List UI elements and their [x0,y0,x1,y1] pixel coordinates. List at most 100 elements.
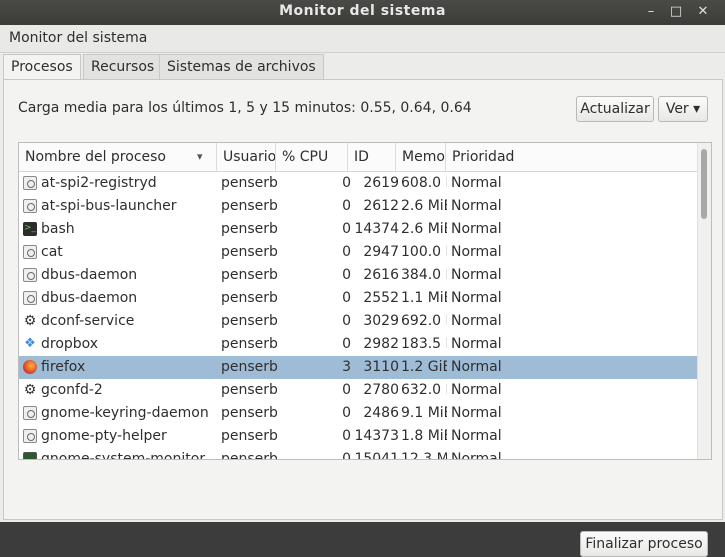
refresh-button[interactable]: Actualizar [576,96,654,122]
table-row[interactable]: gnome-pty-helper penserbjorne 0143731.8 Mi… [19,425,697,448]
tab-resources[interactable]: Recursos [83,54,163,79]
process-name: gconfd-2 [41,382,103,398]
process-memory: 2.6 MiB [401,198,447,214]
process-id: 2612 [363,198,399,214]
process-memory: 183.5 MiB [401,336,447,352]
process-user: penserbjorne [221,359,277,375]
process-cpu: 0 [342,382,351,398]
process-memory: 692.0 KiB [401,313,447,329]
process-user: penserbjorne [221,313,277,329]
column-header-name[interactable]: Nombre del proceso ▾ [19,143,217,171]
end-process-button[interactable]: Finalizar proceso [580,531,708,557]
tab-file-systems[interactable]: Sistemas de archivos [159,54,324,79]
process-id: 2552 [363,290,399,306]
gear-box-icon [23,268,37,282]
view-menu-button[interactable]: Ver ▾ [658,96,708,122]
process-name: dbus-daemon [41,290,138,306]
process-memory: 1.2 GiB [401,359,447,375]
process-cpu: 3 [342,359,351,375]
table-row[interactable]: gnome-system-monitor penserbjorne 01504112… [19,448,697,459]
process-id: 14373 [354,428,399,444]
table-row[interactable]: at-spi2-registryd penserbjorne 0 2619608.0 … [19,172,697,195]
table-row[interactable]: dbus-daemon penserbjorne 0 2616384.0 KiBNor… [19,264,697,287]
column-header-user[interactable]: Usuario [217,143,276,171]
process-user: penserbjorne [221,267,277,283]
system-monitor-icon [23,452,37,459]
table-row[interactable]: ❖ dropbox penserbjorne 0 2982183.5 MiBNormal [19,333,697,356]
process-priority: Normal [451,428,502,444]
gear-box-icon [23,406,37,420]
column-header-memory[interactable]: Memoria [396,143,446,171]
table-row[interactable]: at-spi-bus-launcher penserbjorne 0 26122.6 … [19,195,697,218]
process-memory: 632.0 KiB [401,382,447,398]
gear-box-icon [23,291,37,305]
gear-box-icon [23,199,37,213]
system-monitor-window: Monitor del sistema – □ ✕ Monitor del si… [0,0,725,557]
minimize-button[interactable]: – [641,2,661,22]
process-priority: Normal [451,244,502,260]
process-id: 2947 [363,244,399,260]
cog-icon: ⚙ [23,382,37,398]
process-priority: Normal [451,198,502,214]
process-user: penserbjorne [221,336,277,352]
process-memory: 608.0 KiB [401,175,447,191]
process-memory: 9.1 MiB [401,405,447,421]
process-user: penserbjorne [221,244,277,260]
process-name: bash [41,221,75,237]
table-row[interactable]: gnome-keyring-daemon penserbjorne 0 24869.1… [19,402,697,425]
process-name: firefox [41,359,86,375]
table-row[interactable]: ⚙gconfd-2 penserbjorne 0 2780632.0 KiBNorma… [19,379,697,402]
tab-processes[interactable]: Procesos [3,54,81,80]
firefox-icon [23,360,37,374]
process-priority: Normal [451,382,502,398]
column-label-name: Nombre del proceso [25,149,166,165]
scrollbar-thumb[interactable] [701,149,707,219]
process-id: 2616 [363,267,399,283]
table-row[interactable]: cat penserbjorne 0 2947100.0 KiBNormal [19,241,697,264]
process-cpu: 0 [342,175,351,191]
close-button[interactable]: ✕ [693,2,713,22]
process-name: dbus-daemon [41,267,138,283]
table-row[interactable]: bash penserbjorne 0143742.6 MiBNormal [19,217,697,241]
table-row[interactable]: dbus-daemon penserbjorne 0 25521.1 MiBNorma… [19,287,697,310]
process-cpu: 0 [342,198,351,214]
process-user: penserbjorne [221,428,277,444]
maximize-button[interactable]: □ [666,2,686,22]
process-priority: Normal [451,267,502,283]
process-user: penserbjorne [221,382,277,398]
process-table[interactable]: Nombre del proceso ▾ Usuario % CPU ID Me… [18,142,712,460]
process-cpu: 0 [342,267,351,283]
vertical-scrollbar[interactable] [697,143,711,459]
process-memory: 12.3 MiB [401,451,447,459]
gear-box-icon [23,429,37,443]
process-id: 3029 [363,313,399,329]
process-memory: 2.6 MiB [401,221,447,237]
process-user: penserbjorne [221,405,277,421]
process-cpu: 0 [342,290,351,306]
process-id: 14374 [354,221,399,237]
process-name: at-spi2-registryd [41,175,157,191]
cog-icon: ⚙ [23,313,37,329]
table-row[interactable]: firefox penserbjorne 3 31101.2 GiBNormal [19,356,697,379]
main-content: Procesos Recursos Sistemas de archivos C… [0,53,725,557]
process-name: dconf-service [41,313,135,329]
process-priority: Normal [451,221,502,237]
process-cpu: 0 [342,428,351,444]
gear-box-icon [23,176,37,190]
column-header-id[interactable]: ID [348,143,396,171]
process-memory: 384.0 KiB [401,267,447,283]
process-memory: 1.8 MiB [401,428,447,444]
table-row[interactable]: ⚙dconf-service penserbjorne 0 3029692.0 KiB… [19,310,697,333]
column-header-priority[interactable]: Prioridad [446,143,697,171]
menu-system-monitor[interactable]: Monitor del sistema [9,30,147,46]
column-header-cpu[interactable]: % CPU [276,143,348,171]
process-id: 2982 [363,336,399,352]
process-cpu: 0 [342,405,351,421]
process-user: penserbjorne [221,290,277,306]
menubar: Monitor del sistema [0,25,725,53]
process-priority: Normal [451,405,502,421]
process-memory: 1.1 MiB [401,290,447,306]
load-average-label: Carga media para los últimos 1, 5 y 15 m… [18,100,472,116]
process-name: gnome-system-monitor [41,451,206,459]
title-bar[interactable]: Monitor del sistema – □ ✕ [0,0,725,25]
